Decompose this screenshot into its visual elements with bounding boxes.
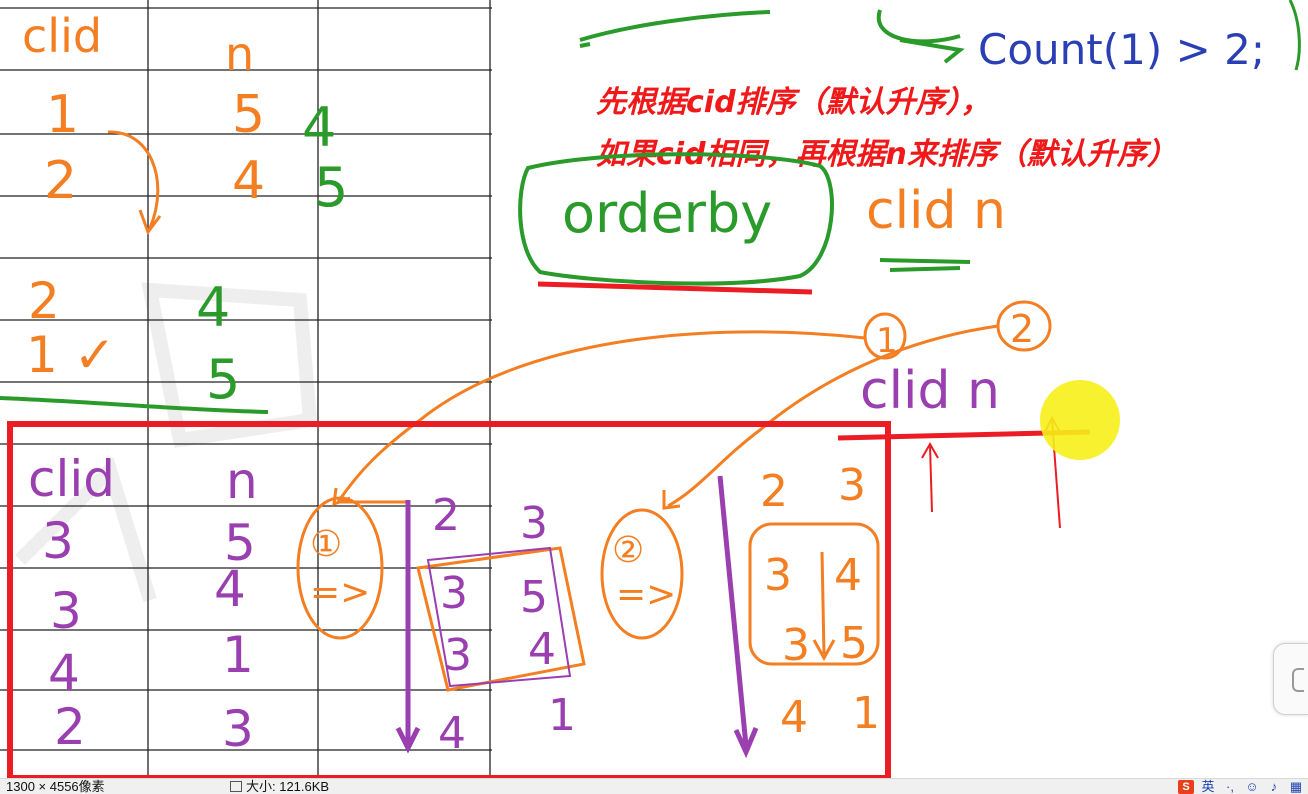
step2-r1-cid: 2 (760, 466, 788, 517)
step2-r2-n: 4 (834, 550, 862, 601)
step2-marker: ② (612, 530, 644, 571)
file-size-label: 大小: 121.6KB (246, 779, 330, 794)
ime-logo-icon[interactable]: S (1178, 779, 1194, 794)
bottom-row3-cid: 4 (48, 644, 80, 702)
bottom-row3-n: 1 (222, 626, 254, 684)
step2-inner-arrow (812, 551, 836, 662)
step2-r2-cid: 3 (764, 550, 792, 601)
top-row4-cid: 1 ✓ (26, 326, 116, 384)
step1-r2-n: 5 (520, 572, 548, 623)
step2-arrow: => (616, 574, 676, 615)
file-icon (230, 781, 242, 792)
green-bracket-right (1288, 0, 1301, 71)
count-expression: Count(1) > 2; (978, 25, 1265, 74)
top-n-header: n (225, 27, 254, 81)
system-tray: S 英 ·, ☺ ♪ ▦ (1178, 779, 1304, 794)
step1-down-arrow (395, 500, 421, 754)
step2-r4-n: 1 (852, 688, 880, 739)
step1-marker: ① (310, 524, 342, 565)
step1-r2-cid: 3 (440, 568, 468, 619)
top-row1-cid: 1 (46, 85, 79, 145)
orderby-label: orderby (562, 182, 772, 245)
bottom-row1-cid: 3 (42, 512, 74, 570)
orderby-args: clid n (866, 181, 1006, 241)
whiteboard-canvas: clid n 1 5 4 2 4 5 2 4 1 ✓ 5 Count(1) > … (0, 0, 1301, 781)
bottom-cid-header: clid (28, 450, 115, 508)
top-row1-n: 5 (232, 85, 265, 145)
status-bar: 1300 × 4556像素 大小: 121.6KB S 英 ·, ☺ ♪ ▦ (0, 778, 1308, 794)
side-handle[interactable] (1273, 643, 1308, 715)
file-size: 大小: 121.6KB (230, 779, 329, 794)
note-line-1: 先根据cid排序（默认升序）， (596, 85, 991, 120)
top-row3-cid: 2 (28, 272, 60, 330)
green-underline-args (879, 258, 971, 272)
step1-r4-cid: 4 (438, 708, 466, 759)
emoji-icon[interactable]: ☺ (1244, 779, 1260, 794)
red-arrow-cid (921, 441, 939, 513)
side-handle-grip (1292, 668, 1304, 692)
top-row4-n: 5 (206, 348, 240, 411)
orange-swap-curve (107, 130, 162, 236)
green-scribble-top (579, 10, 771, 48)
keyboard-icon[interactable]: ▦ (1288, 779, 1304, 794)
bottom-table: clid n 3 5 3 4 4 1 2 3 (28, 450, 258, 758)
bottom-row2-n: 4 (214, 560, 246, 618)
top-row3-n: 4 (196, 276, 230, 339)
cols-label: clid n (860, 361, 1000, 421)
top-row2-n: 4 (232, 151, 265, 211)
top-row1-side: 4 (302, 96, 336, 159)
top-row2-side: 5 (314, 156, 348, 219)
sort-step-2: ② => 2 3 3 4 3 5 4 1 (600, 460, 880, 759)
step1-arrow: => (310, 572, 370, 613)
step1-r1-cid: 2 (432, 490, 460, 541)
bottom-n-header: n (226, 452, 258, 510)
sort-step-1: ① => 2 3 3 5 3 4 4 1 (296, 490, 586, 759)
image-dimensions: 1300 × 4556像素 (6, 779, 105, 794)
bottom-row4-cid: 2 (54, 698, 86, 756)
ime-lang-toggle[interactable]: 英 (1200, 779, 1216, 794)
top-cid-header: clid (22, 9, 102, 63)
green-loop-top (876, 9, 965, 64)
step2-r4-cid: 4 (780, 692, 808, 743)
bottom-row2-cid: 3 (50, 582, 82, 640)
microphone-icon[interactable]: ♪ (1266, 779, 1282, 794)
cursor-highlight (1040, 380, 1120, 460)
label-2: 2 (1010, 307, 1034, 351)
step1-r3-n: 4 (528, 624, 556, 675)
step1-r1-n: 3 (520, 498, 548, 549)
top-row2-cid: 2 (44, 151, 77, 211)
step1-r4-n: 1 (548, 690, 576, 741)
step2-r1-n: 3 (838, 460, 866, 511)
punctuation-icon[interactable]: ·, (1222, 779, 1238, 794)
bottom-row4-n: 3 (222, 700, 254, 758)
